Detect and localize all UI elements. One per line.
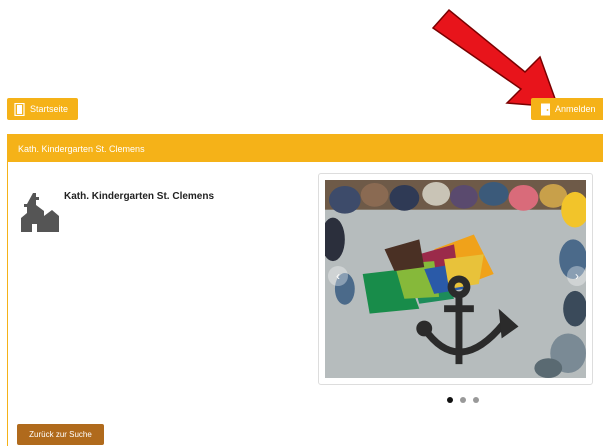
door-icon <box>541 103 550 115</box>
carousel-dot-2[interactable] <box>460 397 466 403</box>
image-carousel[interactable]: ‹ › <box>318 173 593 385</box>
church-icon <box>21 193 59 232</box>
annotation-arrow-icon <box>431 8 560 108</box>
carousel-indicators <box>447 397 479 403</box>
panel-title: Kath. Kindergarten St. Clemens <box>18 143 145 154</box>
chevron-left-icon: ‹ <box>336 269 340 283</box>
login-button-label: Anmelden <box>555 104 596 114</box>
panel-header: Kath. Kindergarten St. Clemens <box>8 135 603 162</box>
back-to-search-button[interactable]: Zurück zur Suche <box>17 424 104 445</box>
kindergarten-photo <box>325 180 586 378</box>
home-button-label: Startseite <box>30 104 69 114</box>
carousel-prev-button[interactable]: ‹ <box>328 266 348 286</box>
chevron-right-icon: › <box>575 269 579 283</box>
home-button[interactable]: Startseite <box>7 98 78 120</box>
door-icon <box>14 102 25 116</box>
carousel-dot-3[interactable] <box>473 397 479 403</box>
carousel-dot-1[interactable] <box>447 397 453 403</box>
kindergarten-name: Kath. Kindergarten St. Clemens <box>64 191 215 202</box>
carousel-next-button[interactable]: › <box>567 266 587 286</box>
login-button[interactable]: Anmelden <box>531 98 603 120</box>
